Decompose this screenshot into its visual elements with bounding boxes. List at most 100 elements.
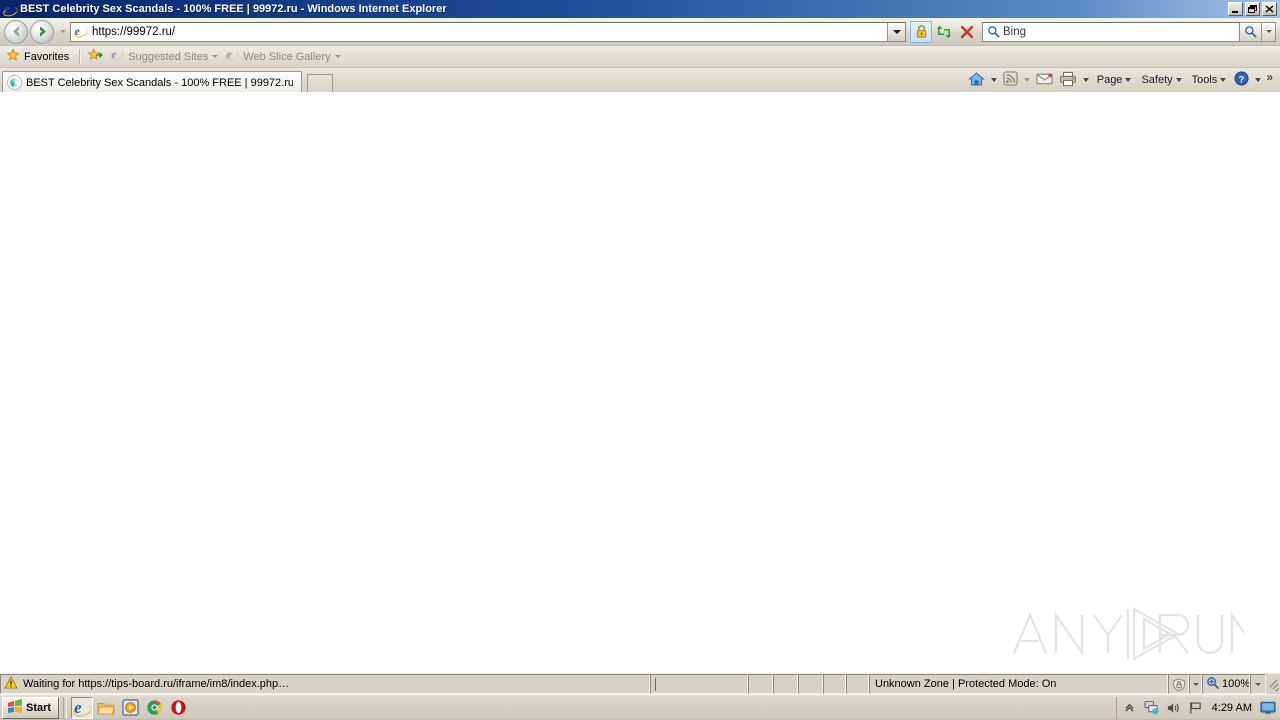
add-to-favorites-icon [87,48,104,65]
tools-menu-label: Tools [1191,74,1218,86]
favorites-bar: Favorites e Suggested Sites e Web Slice … [0,46,1280,68]
chevron-down-icon [212,55,219,58]
internet-explorer-icon: e [109,48,126,65]
taskbar-item-opera-browser[interactable] [167,697,189,719]
new-tab-button[interactable] [307,74,333,93]
taskbar-item-google-chrome[interactable] [143,697,165,719]
search-go-button[interactable] [1240,21,1262,42]
tab-bar: BEST Celebrity Sex Scandals - 100% FREE … [0,68,1280,93]
status-slot-5 [846,674,869,694]
windows-flag-icon [7,698,23,717]
chevron-down-icon [1125,78,1132,82]
tab-label: BEST Celebrity Sex Scandals - 100% FREE … [26,76,293,89]
search-provider-dropdown[interactable] [1262,21,1276,42]
read-mail-button[interactable] [1033,69,1056,91]
internet-explorer-icon: e [224,48,241,65]
search-input[interactable]: Bing [1003,26,1239,38]
suggested-sites-button[interactable]: e Suggested Sites [108,47,223,67]
internet-explorer-window: e BEST Celebrity Sex Scandals - 100% FRE… [0,0,1280,720]
zoom-dropdown[interactable] [1250,674,1266,694]
start-label: Start [26,701,52,714]
status-slot-1 [748,674,773,694]
address-bar[interactable]: e https://99972.ru/ [70,21,906,42]
address-input[interactable]: https://99972.ru/ [89,22,887,41]
status-slot-4 [823,674,846,694]
warning-icon [4,675,18,692]
security-zone-label: Unknown Zone | Protected Mode: On [875,678,1057,690]
taskbar-separator [63,696,68,719]
browser-tab[interactable]: BEST Celebrity Sex Scandals - 100% FREE … [2,71,302,93]
address-favicon-icon: e [71,22,89,41]
restore-button[interactable] [1245,2,1260,16]
system-tray: 4:29 AM [1115,696,1280,719]
home-icon [967,71,985,90]
home-button[interactable] [965,69,988,91]
network-icon[interactable] [1144,700,1160,716]
taskbar: Start e 4:29 AM [0,694,1280,720]
suggested-sites-label: Suggested Sites [128,50,209,63]
clock[interactable]: 4:29 AM [1210,702,1254,714]
chevron-up-icon[interactable] [1122,700,1138,716]
star-icon [6,48,20,65]
zoom-icon [1206,676,1219,692]
back-button[interactable] [4,19,28,44]
page-menu-button[interactable]: Page [1092,69,1137,91]
progress-panel [650,674,748,694]
stop-button[interactable] [956,21,978,43]
page-content-area[interactable] [0,92,1280,673]
navigation-bar: e https://99972.ru/ Bing [0,18,1280,46]
taskbar-item-windows-explorer[interactable] [95,697,117,719]
taskbar-item-media-player[interactable] [119,697,141,719]
show-desktop-icon[interactable] [1260,700,1276,716]
add-to-favorites-bar-button[interactable] [86,47,108,67]
address-dropdown-button[interactable] [887,22,905,41]
forward-button[interactable] [30,19,54,44]
safety-menu-label: Safety [1141,74,1173,86]
zoom-level-panel[interactable]: 100% [1202,674,1250,694]
favorites-separator [79,49,82,64]
window-title: BEST Celebrity Sex Scandals - 100% FREE … [20,3,447,15]
search-box[interactable]: Bing [982,21,1240,42]
refresh-button[interactable] [933,21,955,43]
security-zone-dropdown[interactable] [1189,674,1202,694]
loading-spinner-icon [8,76,21,89]
status-message: Waiting for https://tips-board.ru/iframe… [23,678,290,690]
safety-menu-button[interactable]: Safety [1136,69,1186,91]
print-button[interactable] [1056,69,1080,91]
taskbar-item-internet-explorer[interactable]: e [71,696,94,719]
security-zone-panel[interactable]: Unknown Zone | Protected Mode: On [869,674,1168,694]
status-slot-2 [773,674,798,694]
status-slot-3 [798,674,823,694]
web-slice-gallery-button[interactable]: e Web Slice Gallery [223,47,345,67]
security-lock-icon[interactable] [910,20,932,43]
chevron-down-icon [334,55,341,58]
start-button[interactable]: Start [2,696,60,719]
help-icon: ? [1234,71,1249,89]
favorites-button[interactable]: Favorites [4,47,74,67]
tools-menu-button[interactable]: Tools [1187,69,1232,91]
minimize-button[interactable] [1228,2,1243,16]
resize-grip[interactable] [1266,674,1280,694]
command-bar: Page Safety Tools ? » [965,68,1280,92]
home-dropdown[interactable] [988,69,1000,91]
volume-icon[interactable] [1166,700,1182,716]
svg-text:?: ? [1239,74,1245,84]
status-bar: Waiting for https://tips-board.ru/iframe… [0,673,1280,694]
print-dropdown[interactable] [1080,69,1092,91]
recent-pages-dropdown[interactable] [57,22,68,42]
help-button[interactable]: ? [1231,69,1252,91]
command-bar-overflow-button[interactable]: » [1264,70,1277,90]
quick-launch-bar: e [71,696,189,719]
title-bar: e BEST Celebrity Sex Scandals - 100% FRE… [0,0,1280,19]
feeds-dropdown[interactable] [1021,69,1033,91]
help-dropdown[interactable] [1252,69,1264,91]
zoom-level-label: 100% [1222,678,1250,690]
feeds-button[interactable] [1000,69,1021,91]
internet-explorer-icon: e [1,2,20,19]
flag-icon[interactable] [1188,700,1204,716]
anyrun-watermark [1008,603,1260,665]
protected-zone-icon[interactable] [1168,674,1189,694]
feeds-icon [1003,71,1018,89]
window-controls [1228,2,1279,16]
close-button[interactable] [1262,2,1277,16]
